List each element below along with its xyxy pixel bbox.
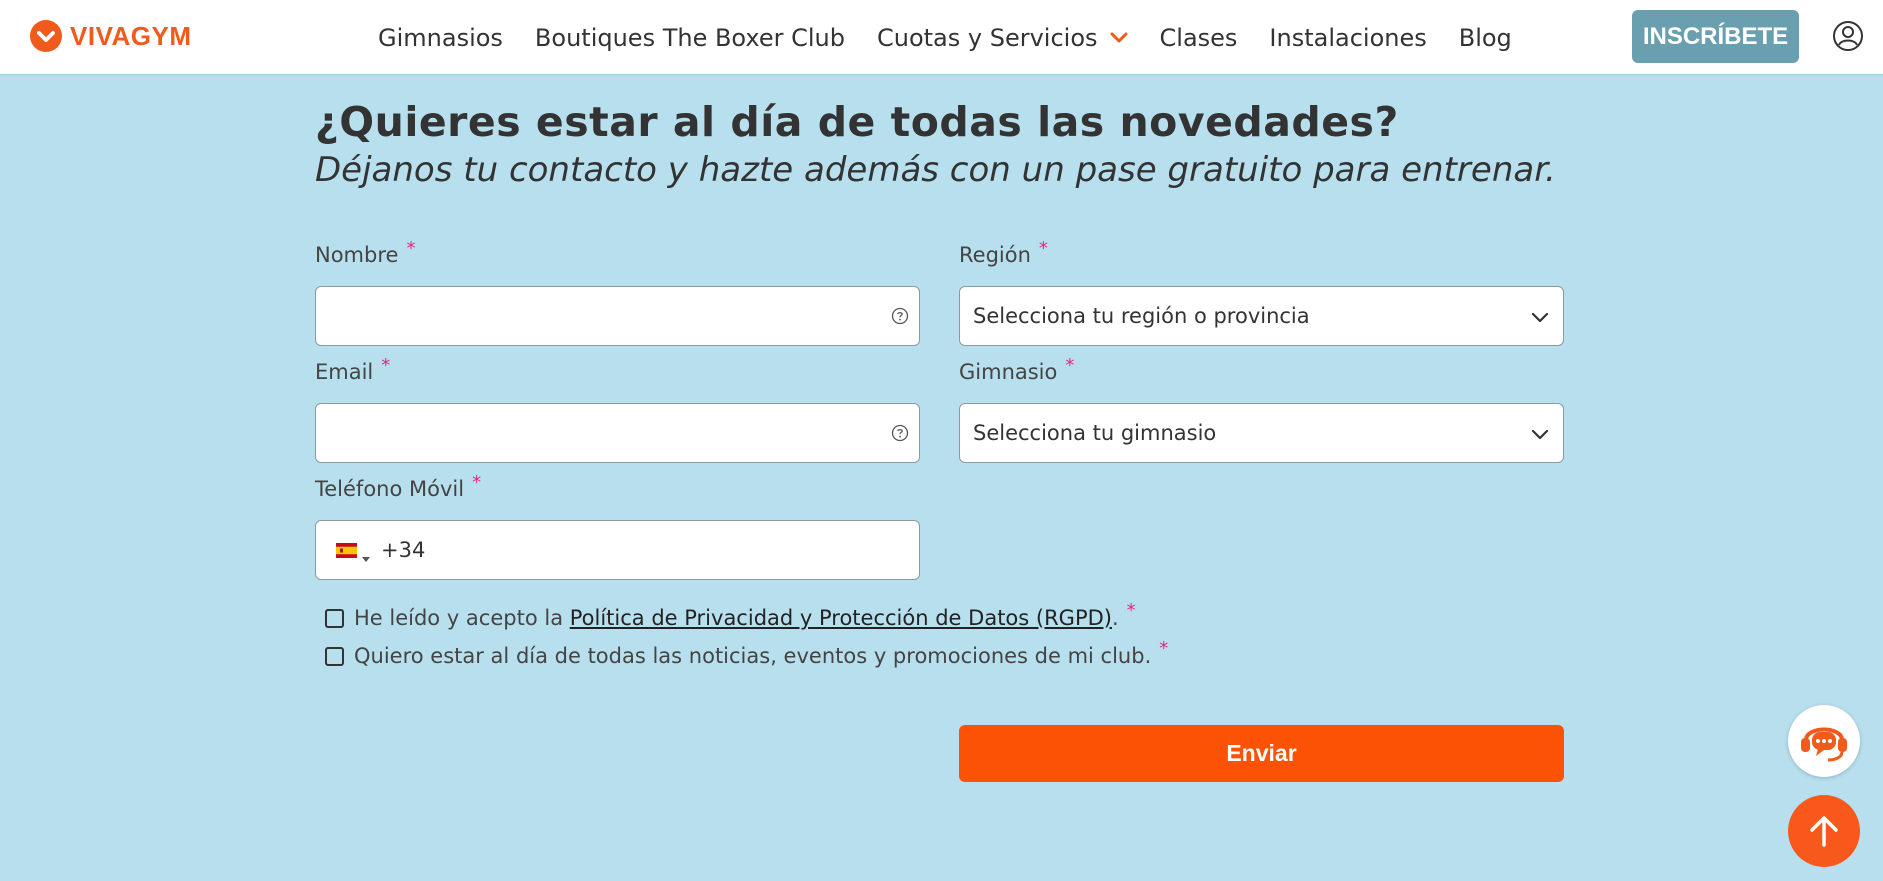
page-title: ¿Quieres estar al día de todas las noved… [315,98,1399,146]
gym-select-value: Selecciona tu gimnasio [973,421,1217,445]
user-circle-icon[interactable] [1832,20,1864,52]
question-circle-icon[interactable] [891,424,909,442]
nav-item-gimnasios[interactable]: Gimnasios [378,24,503,52]
nav-item-label: Boutiques The Boxer Club [534,23,845,52]
phone-label-text: Teléfono Móvil [315,477,465,501]
email-field[interactable] [315,403,920,463]
name-label-text: Nombre [315,243,399,267]
phone-field[interactable]: +34 [315,520,920,580]
region-label: Región * [959,238,1048,267]
chevron-down-icon [1529,306,1551,328]
nav-item-label: Gimnasios [378,23,503,52]
nav-item-cuotas[interactable]: Cuotas y Servicios [877,24,1128,52]
name-input[interactable] [316,287,919,345]
email-label: Email * [315,355,390,384]
required-mark: * [1126,599,1136,621]
region-select-value: Selecciona tu región o provincia [973,304,1310,328]
phone-label: Teléfono Móvil * [315,472,481,501]
newsletter-consent-row: Quiero estar al día de todas las noticia… [325,638,1168,668]
gym-label-text: Gimnasio [959,360,1058,384]
email-label-text: Email [315,360,374,384]
chevron-down-icon[interactable] [1110,32,1128,44]
name-label: Nombre * [315,238,415,267]
phone-country-code[interactable]: +34 [381,521,425,579]
nav-item-label: Blog [1458,23,1512,52]
newsletter-text: Quiero estar al día de todas las noticia… [354,644,1152,668]
region-label-text: Región [959,243,1031,267]
nav-item-clases[interactable]: Clases [1160,24,1238,52]
gym-select[interactable]: Selecciona tu gimnasio [959,403,1564,463]
nav-item-blog[interactable]: Blog [1459,24,1512,52]
required-mark: * [1159,637,1169,659]
logo-text: VIVAGYM [70,20,192,51]
nav-item-label: Instalaciones [1269,23,1427,52]
required-mark: * [406,238,416,259]
logo[interactable]: VIVAGYM [30,20,191,52]
email-input[interactable] [316,404,919,462]
arrow-up-icon[interactable] [1788,795,1860,867]
question-circle-icon[interactable] [891,307,909,325]
required-mark: * [381,355,391,376]
required-mark: * [1065,355,1075,376]
nav-item-instalaciones[interactable]: Instalaciones [1269,24,1426,52]
name-field[interactable] [315,286,920,346]
nav-item-boutiques[interactable]: Boutiques The Boxer Club [535,24,845,52]
required-mark: * [1038,238,1048,259]
main-nav: Gimnasios Boutiques The Boxer Club Cuota… [378,0,1544,75]
signup-button[interactable]: INSCRÍBETE [1632,10,1799,63]
submit-button[interactable]: Enviar [959,725,1564,782]
heart-check-icon [30,20,62,52]
newsletter-checkbox[interactable] [325,646,344,666]
privacy-text: He leído y acepto la [354,606,570,630]
privacy-checkbox[interactable] [325,608,344,628]
nav-item-label: Cuotas y Servicios [876,23,1098,52]
privacy-suffix: . [1111,606,1119,630]
region-select[interactable]: Selecciona tu región o provincia [959,286,1564,346]
headset-chat-icon[interactable] [1788,705,1860,777]
nav-item-label: Clases [1159,23,1238,52]
page-subtitle: Déjanos tu contacto y hazte además con u… [315,150,1556,190]
caret-down-icon[interactable] [362,548,370,562]
privacy-consent-row: He leído y acepto la Política de Privaci… [325,600,1136,630]
privacy-policy-link[interactable]: Política de Privacidad y Protección de D… [570,606,1112,630]
required-mark: * [472,472,482,493]
gym-label: Gimnasio * [959,355,1074,384]
chevron-down-icon [1529,423,1551,445]
spain-flag-icon[interactable] [336,543,357,558]
site-header: VIVAGYM Gimnasios Boutiques The Boxer Cl… [0,0,1883,75]
